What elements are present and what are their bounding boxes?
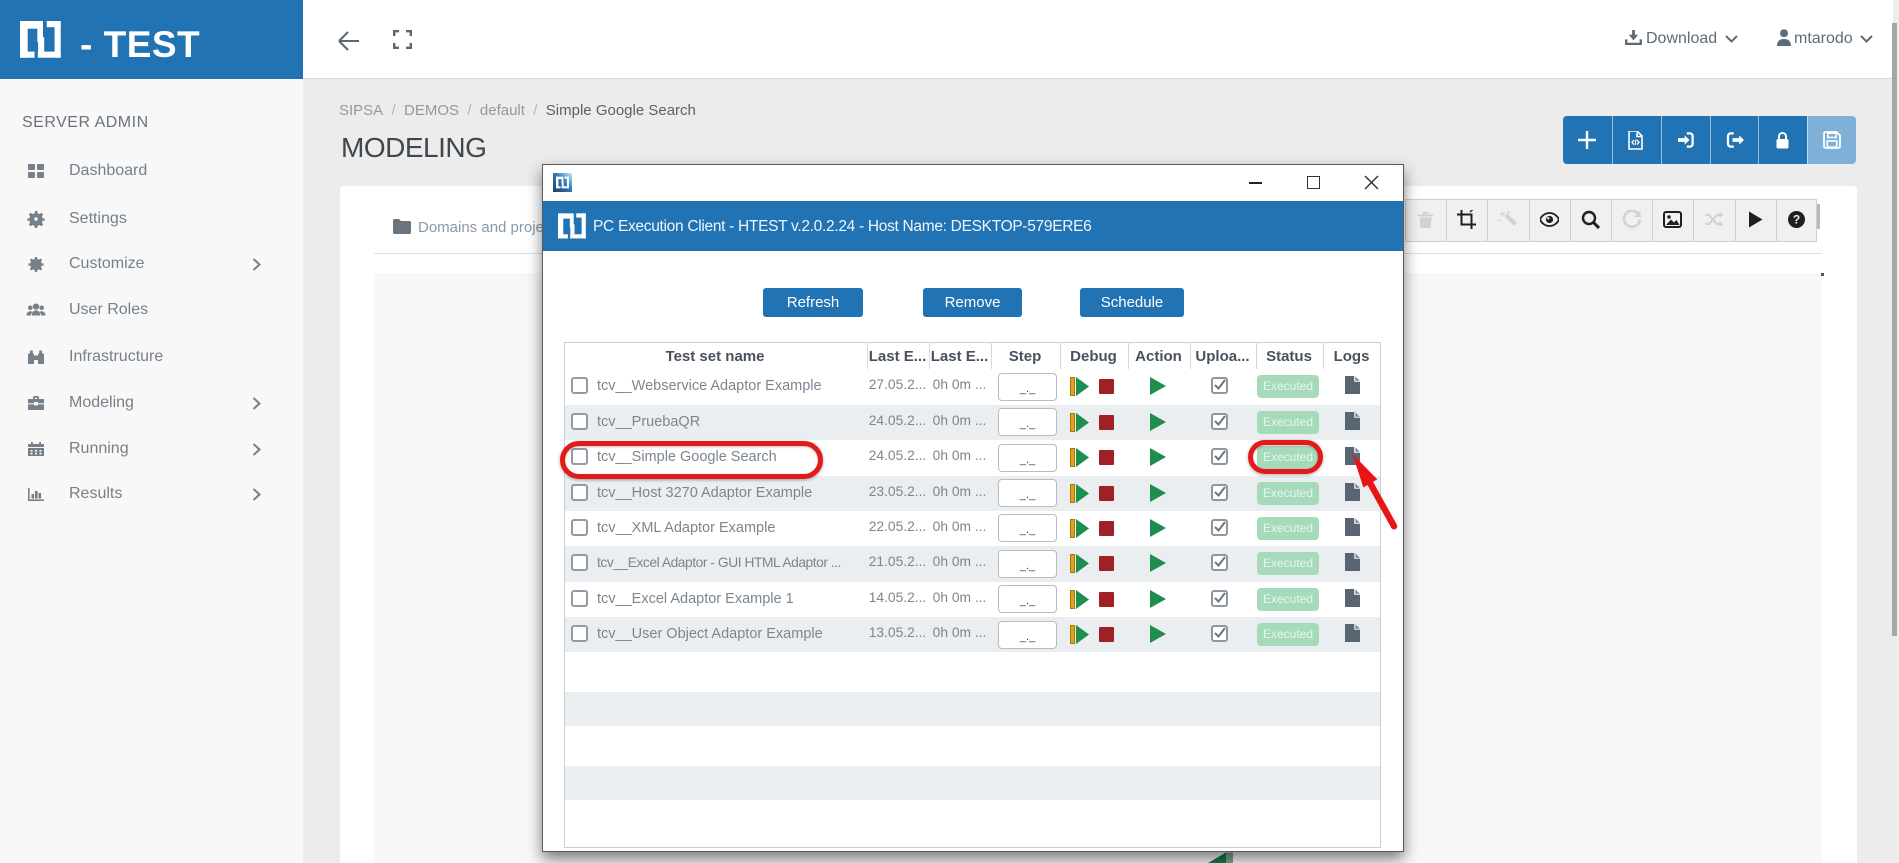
svg-text:?: ? [1793,213,1800,227]
